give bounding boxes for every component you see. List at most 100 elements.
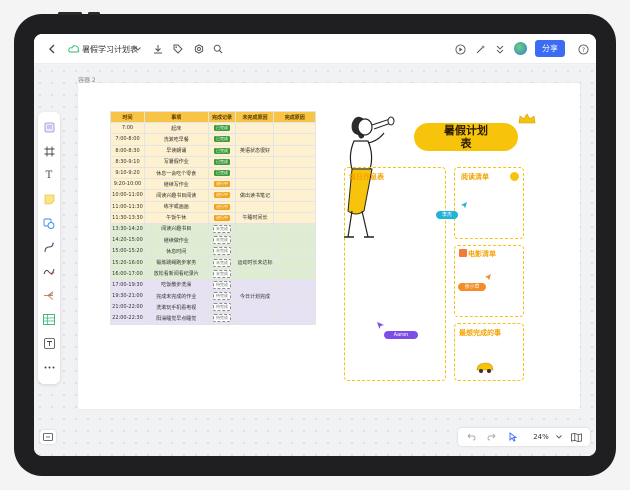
share-button[interactable]: 分享: [535, 40, 565, 57]
reason-cell[interactable]: 英语状态很好: [235, 144, 275, 157]
undo-icon[interactable]: [464, 430, 478, 444]
status-badge[interactable]: 待完成: [213, 303, 231, 312]
status-badge[interactable]: 待完成: [213, 280, 231, 289]
done-reason-cell[interactable]: [273, 122, 316, 135]
done-reason-cell[interactable]: [273, 166, 316, 180]
reason-cell[interactable]: [235, 200, 275, 213]
table-row[interactable]: 16:00-17:00 放松看新闻看纪录片 未完成: [110, 267, 316, 280]
done-reason-cell[interactable]: [273, 245, 316, 258]
table-row[interactable]: 21:00-22:00 洗漱玩手机看电视 待完成: [110, 301, 316, 314]
time-cell[interactable]: 13:30-14:20: [110, 222, 145, 236]
reason-cell[interactable]: [235, 245, 275, 258]
done-reason-cell[interactable]: [273, 200, 316, 213]
status-badge[interactable]: 未完成: [213, 236, 231, 245]
reason-cell[interactable]: [235, 234, 275, 247]
task-cell[interactable]: 练字或画画: [143, 200, 209, 213]
done-reason-cell[interactable]: [273, 133, 316, 146]
time-cell[interactable]: 7:00-8:00: [110, 133, 145, 146]
reason-cell[interactable]: [235, 301, 275, 314]
movie-list-box[interactable]: 电影清单: [454, 245, 524, 317]
table-row[interactable]: 22:00-22:30 阳澡睡觉早点睡觉 待完成: [110, 312, 316, 325]
time-cell[interactable]: 7:00: [110, 122, 145, 135]
time-cell[interactable]: 17:00-19:30: [110, 278, 145, 292]
back-icon[interactable]: [44, 41, 60, 57]
more-icon[interactable]: [492, 41, 508, 57]
task-cell[interactable]: 完成未完成的作业: [143, 289, 209, 303]
status-cell[interactable]: 未完成: [207, 256, 237, 269]
done-reason-cell[interactable]: [273, 256, 316, 269]
table-row[interactable]: 19:30-21:00 完成未完成的作业 待完成 今日计划完成: [110, 289, 316, 303]
table-row[interactable]: 7:00 起床 已完成: [110, 122, 316, 135]
done-reason-cell[interactable]: [273, 312, 316, 325]
search-icon[interactable]: [210, 41, 226, 57]
reason-cell[interactable]: [235, 155, 275, 168]
reason-cell[interactable]: [235, 312, 275, 325]
time-cell[interactable]: 10:00-11:00: [110, 189, 145, 202]
table-row[interactable]: 7:00-8:00 洗漱吃早餐 已完成: [110, 133, 316, 146]
status-badge[interactable]: 已完成: [214, 158, 230, 165]
table-row[interactable]: 14:20-15:00 继续做作业 未完成: [110, 234, 316, 247]
status-badge[interactable]: 未完成: [213, 269, 231, 278]
table-row[interactable]: 15:00-15:20 休息时间 未完成: [110, 245, 316, 258]
zoom-dropdown-icon[interactable]: [554, 430, 564, 444]
done-reason-cell[interactable]: [273, 234, 316, 247]
status-badge[interactable]: 已完成: [214, 170, 230, 177]
status-cell[interactable]: 待完成: [207, 301, 237, 314]
task-cell[interactable]: 休息时间: [143, 245, 209, 258]
reason-cell[interactable]: 今日计划完成: [235, 289, 275, 303]
time-cell[interactable]: 15:00-15:20: [110, 245, 145, 258]
status-badge[interactable]: 进行中: [214, 214, 230, 221]
reason-cell[interactable]: [235, 222, 275, 236]
status-badge[interactable]: 进行中: [214, 192, 230, 199]
done-reason-cell[interactable]: [273, 189, 316, 202]
time-cell[interactable]: 11:30-13:30: [110, 211, 145, 224]
task-cell[interactable]: 起床: [143, 122, 209, 135]
shape-icon[interactable]: [42, 216, 56, 230]
task-cell[interactable]: 锻炼跳绳跑步家务: [143, 256, 209, 269]
time-cell[interactable]: 21:00-22:00: [110, 301, 145, 314]
status-cell[interactable]: 已完成: [207, 133, 237, 146]
status-badge[interactable]: 进行中: [214, 203, 230, 210]
table-row[interactable]: 10:00-11:00 阅读兴趣书目阅读 进行中 做出读书笔记: [110, 189, 316, 202]
task-cell[interactable]: 阅读兴趣书目: [143, 222, 209, 236]
bubble-lijie[interactable]: 李杰: [436, 211, 458, 219]
task-cell[interactable]: 休息一会吃个零食: [143, 166, 209, 180]
status-cell[interactable]: 未完成: [207, 245, 237, 258]
dropdown-icon[interactable]: [130, 41, 146, 57]
reason-cell[interactable]: [235, 267, 275, 280]
zoom-level[interactable]: 24%: [528, 430, 554, 444]
reason-cell[interactable]: [235, 178, 275, 191]
reason-cell[interactable]: [235, 133, 275, 146]
time-cell[interactable]: 9:20-10:00: [110, 178, 145, 191]
status-badge[interactable]: 未完成: [213, 247, 231, 256]
status-badge[interactable]: 已完成: [214, 147, 230, 154]
time-cell[interactable]: 9:10-9:20: [110, 166, 145, 180]
panel-toggle-icon[interactable]: [40, 430, 56, 444]
reason-cell[interactable]: [235, 278, 275, 292]
status-badge[interactable]: 未完成: [213, 224, 231, 233]
magic-icon[interactable]: [472, 41, 488, 57]
help-icon[interactable]: ?: [575, 41, 591, 57]
status-cell[interactable]: 进行中: [207, 211, 237, 224]
done-reason-cell[interactable]: [273, 301, 316, 314]
time-cell[interactable]: 15:20-16:00: [110, 256, 145, 269]
table-row[interactable]: 15:20-16:00 锻炼跳绳跑步家务 未完成 运动时长未达标: [110, 256, 316, 269]
task-cell[interactable]: 午饭午休: [143, 211, 209, 224]
status-badge[interactable]: 待完成: [213, 292, 231, 301]
connector-icon[interactable]: [42, 240, 56, 254]
task-cell[interactable]: 写暑假作业: [143, 155, 209, 168]
time-cell[interactable]: 22:00-22:30: [110, 312, 145, 325]
tag-icon[interactable]: [170, 41, 186, 57]
table-row[interactable]: 11:30-13:30 午饭午休 进行中 午睡时间长: [110, 211, 316, 224]
play-icon[interactable]: [452, 41, 468, 57]
task-cell[interactable]: 阳澡睡觉早点睡觉: [143, 312, 209, 325]
status-cell[interactable]: 待完成: [207, 289, 237, 303]
task-cell[interactable]: 继续写作业: [143, 178, 209, 191]
status-badge[interactable]: 待完成: [213, 314, 231, 323]
time-cell[interactable]: 19:30-21:00: [110, 289, 145, 303]
status-badge[interactable]: 进行中: [214, 181, 230, 188]
done-reason-cell[interactable]: [273, 211, 316, 224]
status-cell[interactable]: 进行中: [207, 189, 237, 202]
redo-icon[interactable]: [484, 430, 498, 444]
bubble-zhangxiaocao[interactable]: 张小草: [458, 283, 486, 291]
